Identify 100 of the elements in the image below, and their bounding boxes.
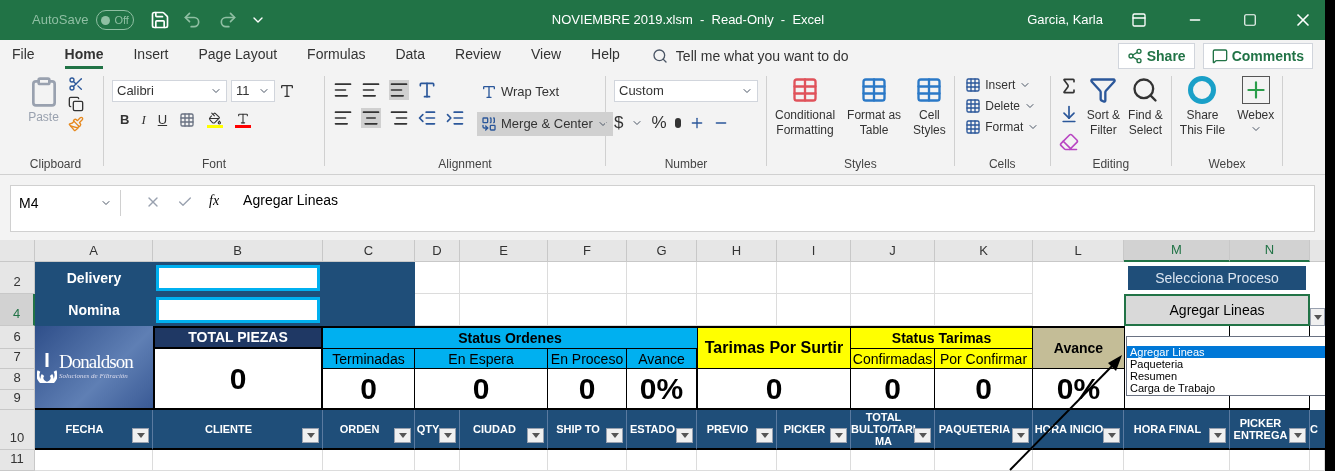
- filter-dropdown-icon[interactable]: [132, 428, 149, 443]
- restore-icon[interactable]: [1243, 13, 1257, 27]
- column-header[interactable]: L: [1033, 240, 1124, 262]
- empty-cell[interactable]: [1033, 450, 1124, 471]
- row-number[interactable]: 11: [0, 450, 35, 471]
- column-header[interactable]: K: [935, 240, 1033, 262]
- font-name-field[interactable]: Calibri: [112, 80, 227, 102]
- webex-button[interactable]: Share This File: [1179, 76, 1226, 158]
- italic-button[interactable]: I: [141, 110, 146, 130]
- middle-align-icon[interactable]: [361, 80, 381, 100]
- styles-button[interactable]: Format as Table: [843, 76, 906, 158]
- align-center-icon[interactable]: [361, 108, 381, 128]
- empty-cell[interactable]: [323, 450, 415, 471]
- menu-tab[interactable]: View: [530, 43, 562, 69]
- menu-tab[interactable]: Help: [591, 43, 620, 69]
- percent-button[interactable]: %: [651, 110, 667, 136]
- empty-cell[interactable]: [460, 450, 548, 471]
- fill-color-icon[interactable]: [207, 111, 224, 128]
- filter-dropdown-icon[interactable]: [756, 428, 773, 443]
- column-header[interactable]: I: [777, 240, 851, 262]
- row-number[interactable]: 10: [0, 410, 35, 450]
- row-number[interactable]: 4: [0, 294, 35, 326]
- undo-icon[interactable]: [181, 10, 202, 30]
- tell-me-field[interactable]: Tell me what you want to do: [675, 45, 849, 67]
- empty-cell[interactable]: [415, 450, 460, 471]
- column-header[interactable]: C: [323, 240, 415, 262]
- menu-tab[interactable]: File: [12, 43, 35, 69]
- dropdown-option[interactable]: Carga de Trabajo: [1127, 382, 1325, 394]
- filter-dropdown-icon[interactable]: [1289, 428, 1306, 443]
- empty-cell[interactable]: [627, 262, 697, 294]
- function-button[interactable]: fx: [209, 190, 220, 211]
- column-header[interactable]: N: [1230, 240, 1310, 262]
- number-format-field[interactable]: Custom: [614, 80, 758, 102]
- empty-cell[interactable]: [153, 450, 323, 471]
- formula-field[interactable]: Agregar Lineas: [243, 190, 339, 211]
- save-icon[interactable]: [149, 10, 170, 30]
- filter-dropdown-icon[interactable]: [527, 428, 544, 443]
- dropdown-option[interactable]: Agregar Lineas: [1127, 346, 1325, 358]
- comments-button[interactable]: Comments: [1202, 43, 1313, 69]
- row-number[interactable]: 6: [0, 326, 35, 349]
- filter-dropdown-icon[interactable]: [830, 428, 847, 443]
- menu-tab[interactable]: Formulas: [307, 43, 366, 69]
- row-number[interactable]: 8: [0, 369, 35, 390]
- empty-cell[interactable]: [851, 450, 935, 471]
- top-align-icon[interactable]: [333, 80, 353, 100]
- clear-icon[interactable]: [1058, 132, 1079, 152]
- menu-tab[interactable]: Page Layout: [198, 43, 278, 69]
- align-right-icon[interactable]: [389, 108, 409, 128]
- empty-cell[interactable]: [935, 450, 1033, 471]
- menu-tab[interactable]: Data: [395, 43, 426, 69]
- empty-cell[interactable]: [777, 450, 851, 471]
- empty-cell[interactable]: [697, 262, 777, 294]
- font-color-icon[interactable]: [235, 111, 252, 128]
- empty-cell[interactable]: [1230, 450, 1310, 471]
- filter-dropdown-icon[interactable]: [676, 428, 693, 443]
- grow-font-icon[interactable]: [279, 83, 295, 99]
- empty-cell[interactable]: [1124, 450, 1230, 471]
- merge-center-button[interactable]: Merge & Center: [477, 112, 613, 136]
- filter-dropdown-icon[interactable]: [439, 428, 456, 443]
- column-header[interactable]: A: [35, 240, 153, 262]
- column-header[interactable]: F: [548, 240, 627, 262]
- empty-cell[interactable]: [548, 450, 627, 471]
- column-header[interactable]: M: [1124, 240, 1230, 262]
- cells-button[interactable]: Format: [965, 118, 1040, 136]
- process-select[interactable]: Agregar Lineas: [1124, 294, 1310, 326]
- cells-button[interactable]: Delete: [965, 97, 1040, 115]
- ribbon-display-icon[interactable]: [1131, 12, 1147, 28]
- column-header[interactable]: D: [415, 240, 460, 262]
- editing-button[interactable]: Find & Select: [1128, 76, 1163, 158]
- copy-icon[interactable]: [67, 96, 84, 112]
- row-number[interactable]: 2: [0, 262, 35, 294]
- row-number[interactable]: 9: [0, 390, 35, 410]
- cut-icon[interactable]: [67, 76, 84, 92]
- empty-cell[interactable]: [777, 262, 851, 294]
- increase-indent-icon[interactable]: [445, 108, 465, 128]
- column-header[interactable]: B: [153, 240, 323, 262]
- name-box[interactable]: M4: [11, 190, 121, 216]
- dropdown-option[interactable]: Paqueteria: [1127, 358, 1325, 370]
- filter-dropdown-icon[interactable]: [606, 428, 623, 443]
- column-header[interactable]: J: [851, 240, 935, 262]
- empty-cell[interactable]: [548, 262, 627, 294]
- filter-dropdown-icon[interactable]: [914, 428, 931, 443]
- editing-button[interactable]: Sort & Filter: [1086, 76, 1121, 158]
- borders-icon[interactable]: [179, 111, 196, 128]
- styles-button[interactable]: Conditional Formatting: [771, 76, 840, 158]
- webex-button[interactable]: Webex: [1237, 76, 1275, 158]
- menu-tab[interactable]: Insert: [133, 43, 169, 69]
- column-header[interactable]: E: [460, 240, 548, 262]
- share-button[interactable]: Share: [1117, 43, 1195, 69]
- menu-tab[interactable]: Home: [64, 43, 104, 69]
- bold-button[interactable]: B: [120, 110, 130, 130]
- align-left-icon[interactable]: [333, 108, 353, 128]
- underline-button[interactable]: U: [157, 110, 168, 130]
- empty-cell[interactable]: [851, 262, 935, 294]
- decrease-indent-icon[interactable]: [417, 108, 437, 128]
- filter-dropdown-icon[interactable]: [302, 428, 319, 443]
- column-header[interactable]: G: [627, 240, 697, 262]
- filter-dropdown-icon[interactable]: [1103, 428, 1120, 443]
- empty-cell[interactable]: [627, 450, 697, 471]
- empty-cell[interactable]: [935, 262, 1033, 294]
